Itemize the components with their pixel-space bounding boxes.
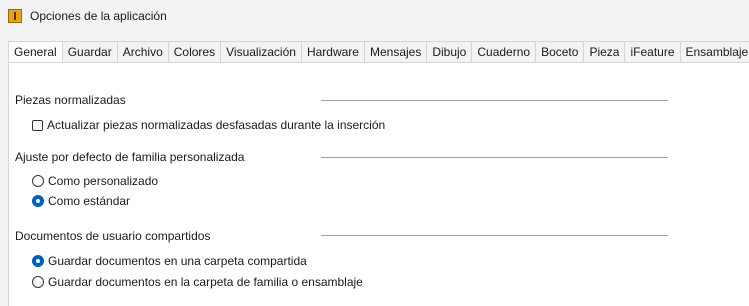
radio-selected-icon[interactable] — [32, 195, 44, 207]
radio-label: Como personalizado — [48, 174, 159, 188]
group-title-shared-docs: Documentos de usuario compartidos — [15, 229, 211, 243]
app-icon — [8, 9, 22, 23]
radio-shared-folder[interactable]: Guardar documentos en una carpeta compar… — [32, 253, 307, 269]
group-divider — [321, 235, 668, 236]
tab-pieza[interactable]: Pieza — [583, 41, 626, 62]
tab-strip: General Guardar Archivo Colores Visualiz… — [8, 41, 749, 62]
tab-dibujo[interactable]: Dibujo — [426, 41, 473, 62]
tab-ifeature[interactable]: iFeature — [624, 41, 681, 62]
radio-como-personalizado[interactable]: Como personalizado — [32, 173, 158, 189]
checkbox-label: Actualizar piezas normalizadas desfasada… — [47, 118, 386, 132]
tab-archivo[interactable]: Archivo — [116, 41, 169, 62]
tab-ensamblaje[interactable]: Ensamblaje — [679, 41, 749, 62]
group-divider — [321, 100, 668, 101]
group-title-family-default: Ajuste por defecto de familia personaliz… — [15, 150, 245, 164]
radio-family-folder[interactable]: Guardar documentos en la carpeta de fami… — [32, 274, 363, 290]
radio-como-estandar[interactable]: Como estándar — [32, 193, 130, 209]
tab-colores[interactable]: Colores — [167, 41, 222, 62]
radio-unselected-icon[interactable] — [32, 175, 44, 187]
title-bar: Opciones de la aplicación — [0, 0, 749, 33]
radio-label: Guardar documentos en una carpeta compar… — [48, 254, 307, 268]
radio-unselected-icon[interactable] — [32, 276, 44, 288]
radio-label: Guardar documentos en la carpeta de fami… — [48, 275, 363, 289]
tab-general[interactable]: General — [8, 41, 63, 62]
checkbox-unchecked-icon[interactable] — [32, 119, 43, 131]
tab-boceto[interactable]: Boceto — [535, 41, 585, 62]
radio-selected-icon[interactable] — [32, 255, 44, 267]
window-title: Opciones de la aplicación — [30, 9, 167, 23]
tab-hardware[interactable]: Hardware — [300, 41, 365, 62]
update-standard-parts-checkbox[interactable]: Actualizar piezas normalizadas desfasada… — [32, 117, 385, 133]
tab-cuaderno[interactable]: Cuaderno — [471, 41, 537, 62]
group-divider — [321, 157, 668, 158]
group-title-standard-parts: Piezas normalizadas — [15, 93, 126, 107]
tab-visualizacion[interactable]: Visualización — [220, 41, 302, 62]
radio-label: Como estándar — [48, 194, 131, 208]
tab-guardar[interactable]: Guardar — [61, 41, 118, 62]
tab-mensajes[interactable]: Mensajes — [363, 41, 428, 62]
